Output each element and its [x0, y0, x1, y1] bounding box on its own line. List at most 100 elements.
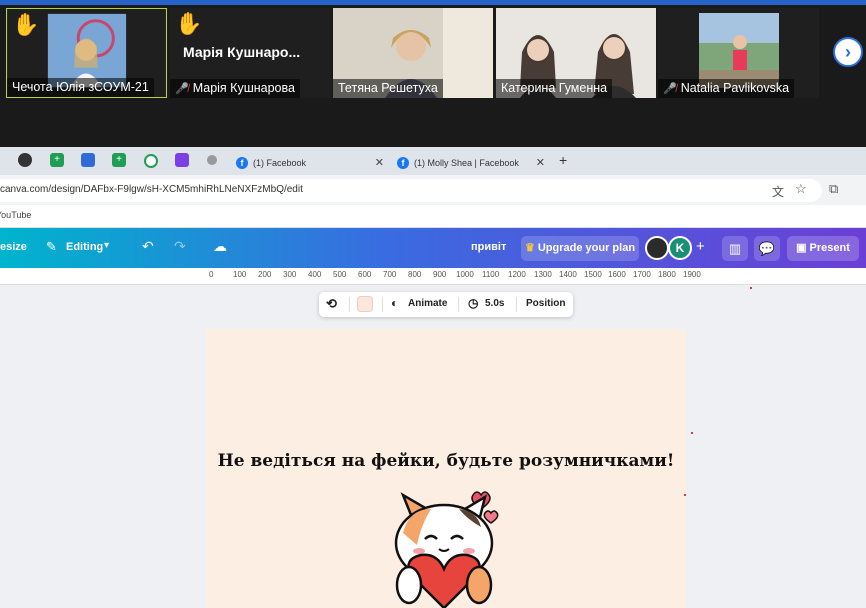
- ruler-tick: 1100: [482, 270, 500, 279]
- design-headline[interactable]: Не ведіться на фейки, будьте розумничкам…: [206, 451, 686, 471]
- ruler-tick: 300: [283, 270, 297, 279]
- animate-icon: ◐: [391, 296, 399, 310]
- ruler-tick: 200: [258, 270, 272, 279]
- participant-name: Чечота Юлія зСОУМ-21: [7, 78, 154, 97]
- circle-tab-icon[interactable]: [144, 154, 158, 168]
- ruler-tick: 700: [383, 270, 397, 279]
- bookmark-youtube[interactable]: YouTube: [0, 210, 31, 220]
- divider: [516, 297, 517, 312]
- sheets-tab-icon[interactable]: +: [50, 153, 64, 167]
- close-tab-icon[interactable]: ✕: [375, 156, 384, 169]
- bar-chart-icon: ▥: [728, 241, 742, 256]
- cat-holding-heart-sticker[interactable]: [381, 489, 511, 608]
- avatar[interactable]: K: [668, 236, 692, 260]
- participant-tile[interactable]: ✋ Чечота Юлія зСОУМ-21: [6, 8, 167, 98]
- undo-icon[interactable]: ↶: [142, 238, 154, 255]
- pinned-tab-icon[interactable]: [18, 153, 32, 167]
- chevron-down-icon[interactable]: ▾: [104, 240, 109, 251]
- ruler-tick: 100: [233, 270, 247, 279]
- participant-tile[interactable]: ✋ Марія Кушнаро... 🎤̸ Марія Кушнарова: [170, 8, 331, 98]
- new-tab-button[interactable]: +: [559, 152, 567, 168]
- tab-facebook[interactable]: f (1) Facebook ✕: [236, 150, 384, 175]
- ruler-tick: 0: [209, 270, 214, 279]
- replace-icon[interactable]: ⟲: [326, 296, 337, 312]
- cloud-save-icon[interactable]: ☁: [213, 238, 227, 255]
- generic-tab-icon[interactable]: [207, 155, 217, 165]
- mic-muted-icon: 🎤̸: [175, 83, 189, 95]
- participant-name: 🎤̸ Марія Кушнарова: [170, 79, 300, 98]
- participant-tile[interactable]: Тетяна Решетуха: [333, 8, 493, 98]
- canva-toolbar: esize ✎ Editing ▾ ↶ ↷ ☁ привіт ♛ Upgrade…: [0, 228, 866, 268]
- participant-name: 🎤̸ Natalia Pavlikovska: [658, 79, 795, 98]
- present-button[interactable]: ▣ Present: [787, 236, 859, 261]
- pencil-icon: ✎: [46, 239, 57, 254]
- star-icon[interactable]: ☆: [795, 181, 807, 197]
- ruler-tick: 1900: [683, 270, 701, 279]
- bookmarks-bar: YouTube: [0, 205, 866, 228]
- docs-tab-icon[interactable]: [81, 153, 95, 167]
- next-participants-button[interactable]: ›: [833, 37, 863, 67]
- design-page[interactable]: Не ведіться на фейки, будьте розумничкам…: [206, 329, 686, 608]
- comment-icon: 💬: [758, 241, 776, 256]
- selection-marker: [750, 287, 752, 289]
- top-accent-stripe: [0, 0, 866, 5]
- upgrade-plan-button[interactable]: ♛ Upgrade your plan: [521, 236, 639, 261]
- sheets-tab-icon[interactable]: +: [112, 153, 126, 167]
- position-button[interactable]: Position: [526, 298, 565, 309]
- design-title[interactable]: привіт: [471, 241, 506, 253]
- resize-button[interactable]: esize: [0, 241, 27, 253]
- add-collaborator-icon[interactable]: +: [696, 238, 705, 255]
- participant-tile[interactable]: 🎤̸ Natalia Pavlikovska: [658, 8, 819, 98]
- avatar[interactable]: [645, 236, 669, 260]
- chevron-right-icon: ›: [845, 41, 851, 62]
- ruler-tick: 1000: [456, 270, 474, 279]
- raised-hand-icon: ✋: [12, 12, 40, 37]
- horizontal-ruler: 0 100 200 300 400 500 600 700 800 900 10…: [0, 268, 866, 285]
- ruler-tick: 1500: [584, 270, 602, 279]
- url-field[interactable]: canva.com/design/DAFbx-F9lgw/sH-XCM5mhiR…: [0, 179, 822, 202]
- translate-icon[interactable]: 文: [772, 183, 784, 200]
- selection-marker: [691, 432, 693, 434]
- clock-icon: ◷: [468, 296, 479, 310]
- url-text: canva.com/design/DAFbx-F9lgw/sH-XCM5mhiR…: [0, 184, 303, 195]
- facebook-icon: f: [236, 156, 248, 169]
- divider: [382, 297, 383, 312]
- comments-button[interactable]: 💬: [754, 236, 780, 261]
- editing-mode-button[interactable]: Editing: [66, 241, 103, 253]
- ruler-tick: 1400: [559, 270, 577, 279]
- canva-tab-icon[interactable]: [175, 153, 189, 167]
- ruler-tick: 900: [433, 270, 447, 279]
- ruler-tick: 1200: [508, 270, 526, 279]
- participant-name: Катерина Гуменна: [496, 79, 613, 98]
- extensions-icon[interactable]: ⧉: [829, 181, 838, 197]
- mic-muted-icon: 🎤̸: [663, 83, 677, 95]
- ruler-tick: 1300: [534, 270, 552, 279]
- participant-name: Тетяна Решетуха: [333, 79, 443, 98]
- facebook-icon: f: [397, 156, 409, 169]
- ruler-tick: 400: [308, 270, 322, 279]
- element-floating-toolbar: ⟲ ◐ Animate ◷ 5.0s Position: [319, 292, 573, 317]
- ruler-tick: 600: [358, 270, 372, 279]
- raised-hand-icon: ✋: [175, 11, 203, 36]
- animate-button[interactable]: Animate: [408, 298, 447, 309]
- ruler-tick: 800: [408, 270, 422, 279]
- duration-button[interactable]: 5.0s: [485, 298, 504, 309]
- video-call-bar: ✋ Чечота Юлія зСОУМ-21 ✋ Марія Кушнаро..…: [0, 0, 866, 147]
- participant-tile[interactable]: Катерина Гуменна: [496, 8, 656, 98]
- crown-icon: ♛: [524, 242, 538, 254]
- ruler-tick: 1700: [633, 270, 651, 279]
- tab-facebook-molly[interactable]: f (1) Molly Shea | Facebook ✕: [397, 150, 545, 175]
- present-icon: ▣: [796, 242, 810, 254]
- close-tab-icon[interactable]: ✕: [536, 156, 545, 169]
- ruler-tick: 1800: [658, 270, 676, 279]
- participant-display-name: Марія Кушнаро...: [183, 44, 301, 60]
- color-swatch[interactable]: [357, 296, 373, 312]
- browser-tab-strip: + + f (1) Facebook ✕ f (1) Molly Shea | …: [0, 147, 866, 175]
- ruler-tick: 500: [333, 270, 347, 279]
- insights-button[interactable]: ▥: [722, 236, 748, 261]
- selection-marker: [684, 494, 686, 496]
- redo-icon[interactable]: ↷: [174, 238, 186, 255]
- divider: [349, 297, 350, 312]
- divider: [458, 297, 459, 312]
- ruler-tick: 1600: [608, 270, 626, 279]
